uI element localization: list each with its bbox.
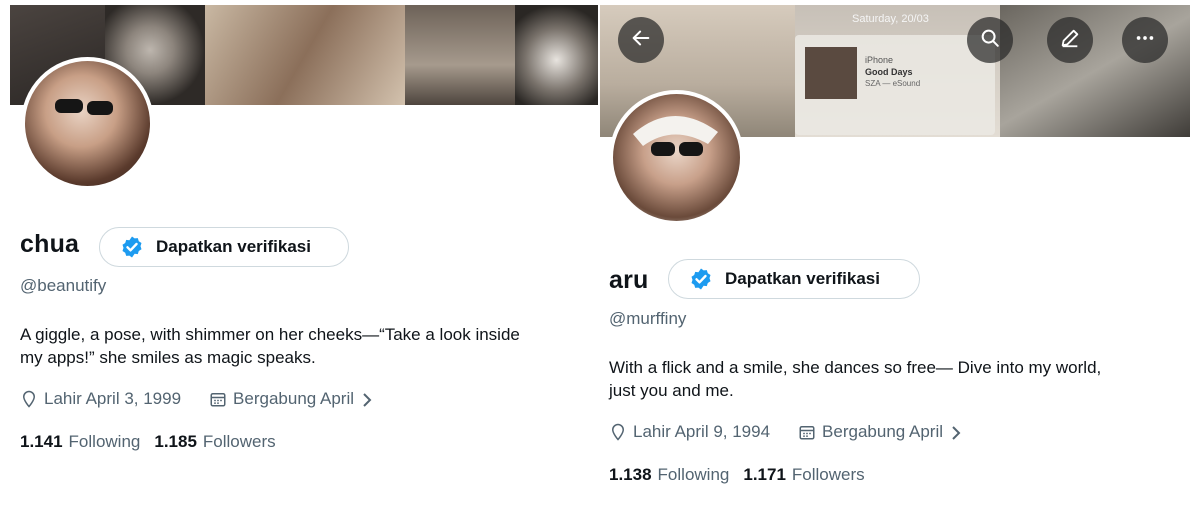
- bio-line: just you and me.: [609, 381, 734, 400]
- display-name: aru: [609, 266, 649, 294]
- following-count: 1.138: [609, 465, 652, 484]
- bio-line: With a flick and a smile, she dances so …: [609, 358, 1102, 377]
- now-playing-artist: SZA — eSound: [865, 79, 921, 88]
- bio-line: my apps!” she smiles as magic speaks.: [20, 348, 316, 367]
- birth-date: Lahir April 3, 1999: [20, 389, 181, 409]
- avatar[interactable]: [21, 57, 154, 190]
- followers-link[interactable]: 1.171 Followers: [743, 465, 864, 485]
- avatar[interactable]: [609, 90, 744, 225]
- back-button[interactable]: [618, 17, 664, 63]
- following-label: Following: [657, 465, 730, 484]
- more-button[interactable]: [1122, 17, 1168, 63]
- calendar-icon: [209, 390, 227, 408]
- verified-check-icon: [689, 267, 713, 291]
- followers-label: Followers: [202, 432, 276, 451]
- location-icon: [609, 423, 627, 441]
- profile-panel-chua: chua Dapatkan verifikasi @beanutify A gi…: [0, 0, 598, 509]
- birth-date-text: Lahir April 3, 1999: [44, 389, 182, 408]
- get-verified-button[interactable]: Dapatkan verifikasi: [668, 259, 920, 299]
- followers-count: 1.185: [154, 432, 197, 451]
- now-playing-card: iPhone Good Days SZA — eSound: [795, 35, 995, 135]
- follow-stats: 1.141 Following 1.185 Followers: [20, 432, 276, 452]
- following-link[interactable]: 1.138 Following: [609, 465, 729, 485]
- followers-count: 1.171: [743, 465, 786, 484]
- following-count: 1.141: [20, 432, 63, 451]
- edit-icon: [1059, 27, 1081, 54]
- user-handle: @murffiny: [609, 309, 687, 328]
- get-verified-button[interactable]: Dapatkan verifikasi: [99, 227, 349, 267]
- album-art: [805, 47, 857, 99]
- now-playing-device: iPhone: [865, 55, 894, 65]
- calendar-icon: [798, 423, 816, 441]
- verified-check-icon: [120, 235, 144, 259]
- followers-label: Followers: [791, 465, 865, 484]
- birth-date: Lahir April 9, 1994: [609, 422, 770, 442]
- search-button[interactable]: [967, 17, 1013, 63]
- user-handle: @beanutify: [20, 276, 107, 295]
- now-playing-title: Good Days: [865, 67, 913, 77]
- following-label: Following: [68, 432, 141, 451]
- search-icon: [979, 27, 1001, 54]
- profile-panel-aru: Saturday, 20/03 iPhone Good Days SZA — e…: [600, 0, 1199, 509]
- join-date-text: Bergabung April: [233, 389, 355, 408]
- follow-stats: 1.138 Following 1.171 Followers: [609, 465, 865, 485]
- bio: With a flick and a smile, she dances so …: [609, 356, 1194, 402]
- more-icon: [1134, 27, 1156, 54]
- display-name: chua: [20, 230, 80, 258]
- get-verified-label: Dapatkan verifikasi: [725, 269, 880, 288]
- location-icon: [20, 390, 38, 408]
- birth-date-text: Lahir April 9, 1994: [633, 422, 771, 441]
- join-date-text: Bergabung April: [822, 422, 944, 441]
- banner-photo: [515, 5, 598, 105]
- profile-meta: Lahir April 3, 1999 Bergabung April: [20, 389, 400, 409]
- banner-photo: [205, 5, 405, 105]
- chevron-right-icon: [951, 425, 961, 440]
- join-date[interactable]: Bergabung April: [209, 389, 372, 409]
- followers-link[interactable]: 1.185 Followers: [154, 432, 275, 452]
- back-arrow-icon: [630, 27, 652, 54]
- profile-meta: Lahir April 9, 1994 Bergabung April: [609, 422, 989, 442]
- get-verified-label: Dapatkan verifikasi: [156, 237, 311, 256]
- avatar-photo: [633, 115, 718, 156]
- bio: A giggle, a pose, with shimmer on her ch…: [20, 323, 590, 369]
- bio-line: A giggle, a pose, with shimmer on her ch…: [20, 325, 520, 344]
- join-date[interactable]: Bergabung April: [798, 422, 961, 442]
- banner-date: Saturday, 20/03: [852, 13, 929, 25]
- chevron-right-icon: [362, 392, 372, 407]
- avatar-photo: [55, 99, 113, 115]
- edit-button[interactable]: [1047, 17, 1093, 63]
- following-link[interactable]: 1.141 Following: [20, 432, 140, 452]
- banner-photo: [405, 5, 515, 105]
